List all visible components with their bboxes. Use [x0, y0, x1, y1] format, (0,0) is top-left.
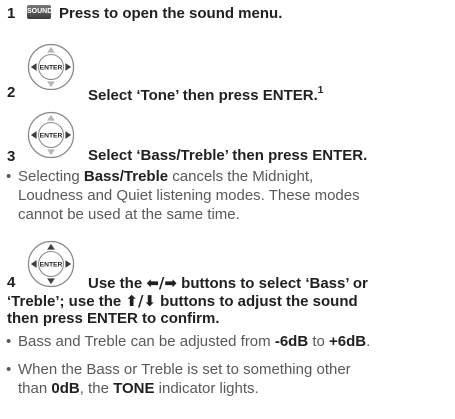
step-3-text: Select ‘Bass/Treble’ then press ENTER. [88, 147, 368, 164]
step-1-text: Press to open the sound menu. [59, 5, 283, 22]
step-4-line2: ‘Treble’; use the ⬆/⬇ buttons to adjust … [7, 292, 358, 310]
step-3-note: • Selecting Bass/Treble cancels the Midn… [6, 168, 360, 223]
step-4-number: 4 [7, 274, 16, 291]
step-4-note-indicator: • When the Bass or Treble is set to some… [6, 361, 351, 397]
left-right-arrows-icon: ⬅/➡ [146, 274, 177, 292]
enter-dial-arrows-icon [27, 240, 75, 288]
step-4-line1: Use the ⬅/➡ buttons to select ‘Bass’ or [88, 274, 368, 292]
step-2-text: Select ‘Tone’ then press ENTER.1 [88, 85, 324, 104]
enter-dial-icon [27, 43, 75, 91]
sound-button-icon: SOUND [27, 5, 52, 19]
footnote-marker: 1 [317, 85, 324, 96]
step-2-number: 2 [7, 84, 16, 101]
step-1-number: 1 [7, 5, 16, 22]
step-4-note-range: • Bass and Treble can be adjusted from -… [6, 333, 371, 350]
step-4-line3: then press ENTER to confirm. [7, 310, 220, 327]
up-down-arrows-icon: ⬆/⬇ [125, 292, 156, 310]
step-3-number: 3 [7, 148, 16, 165]
enter-dial-icon [27, 111, 75, 159]
